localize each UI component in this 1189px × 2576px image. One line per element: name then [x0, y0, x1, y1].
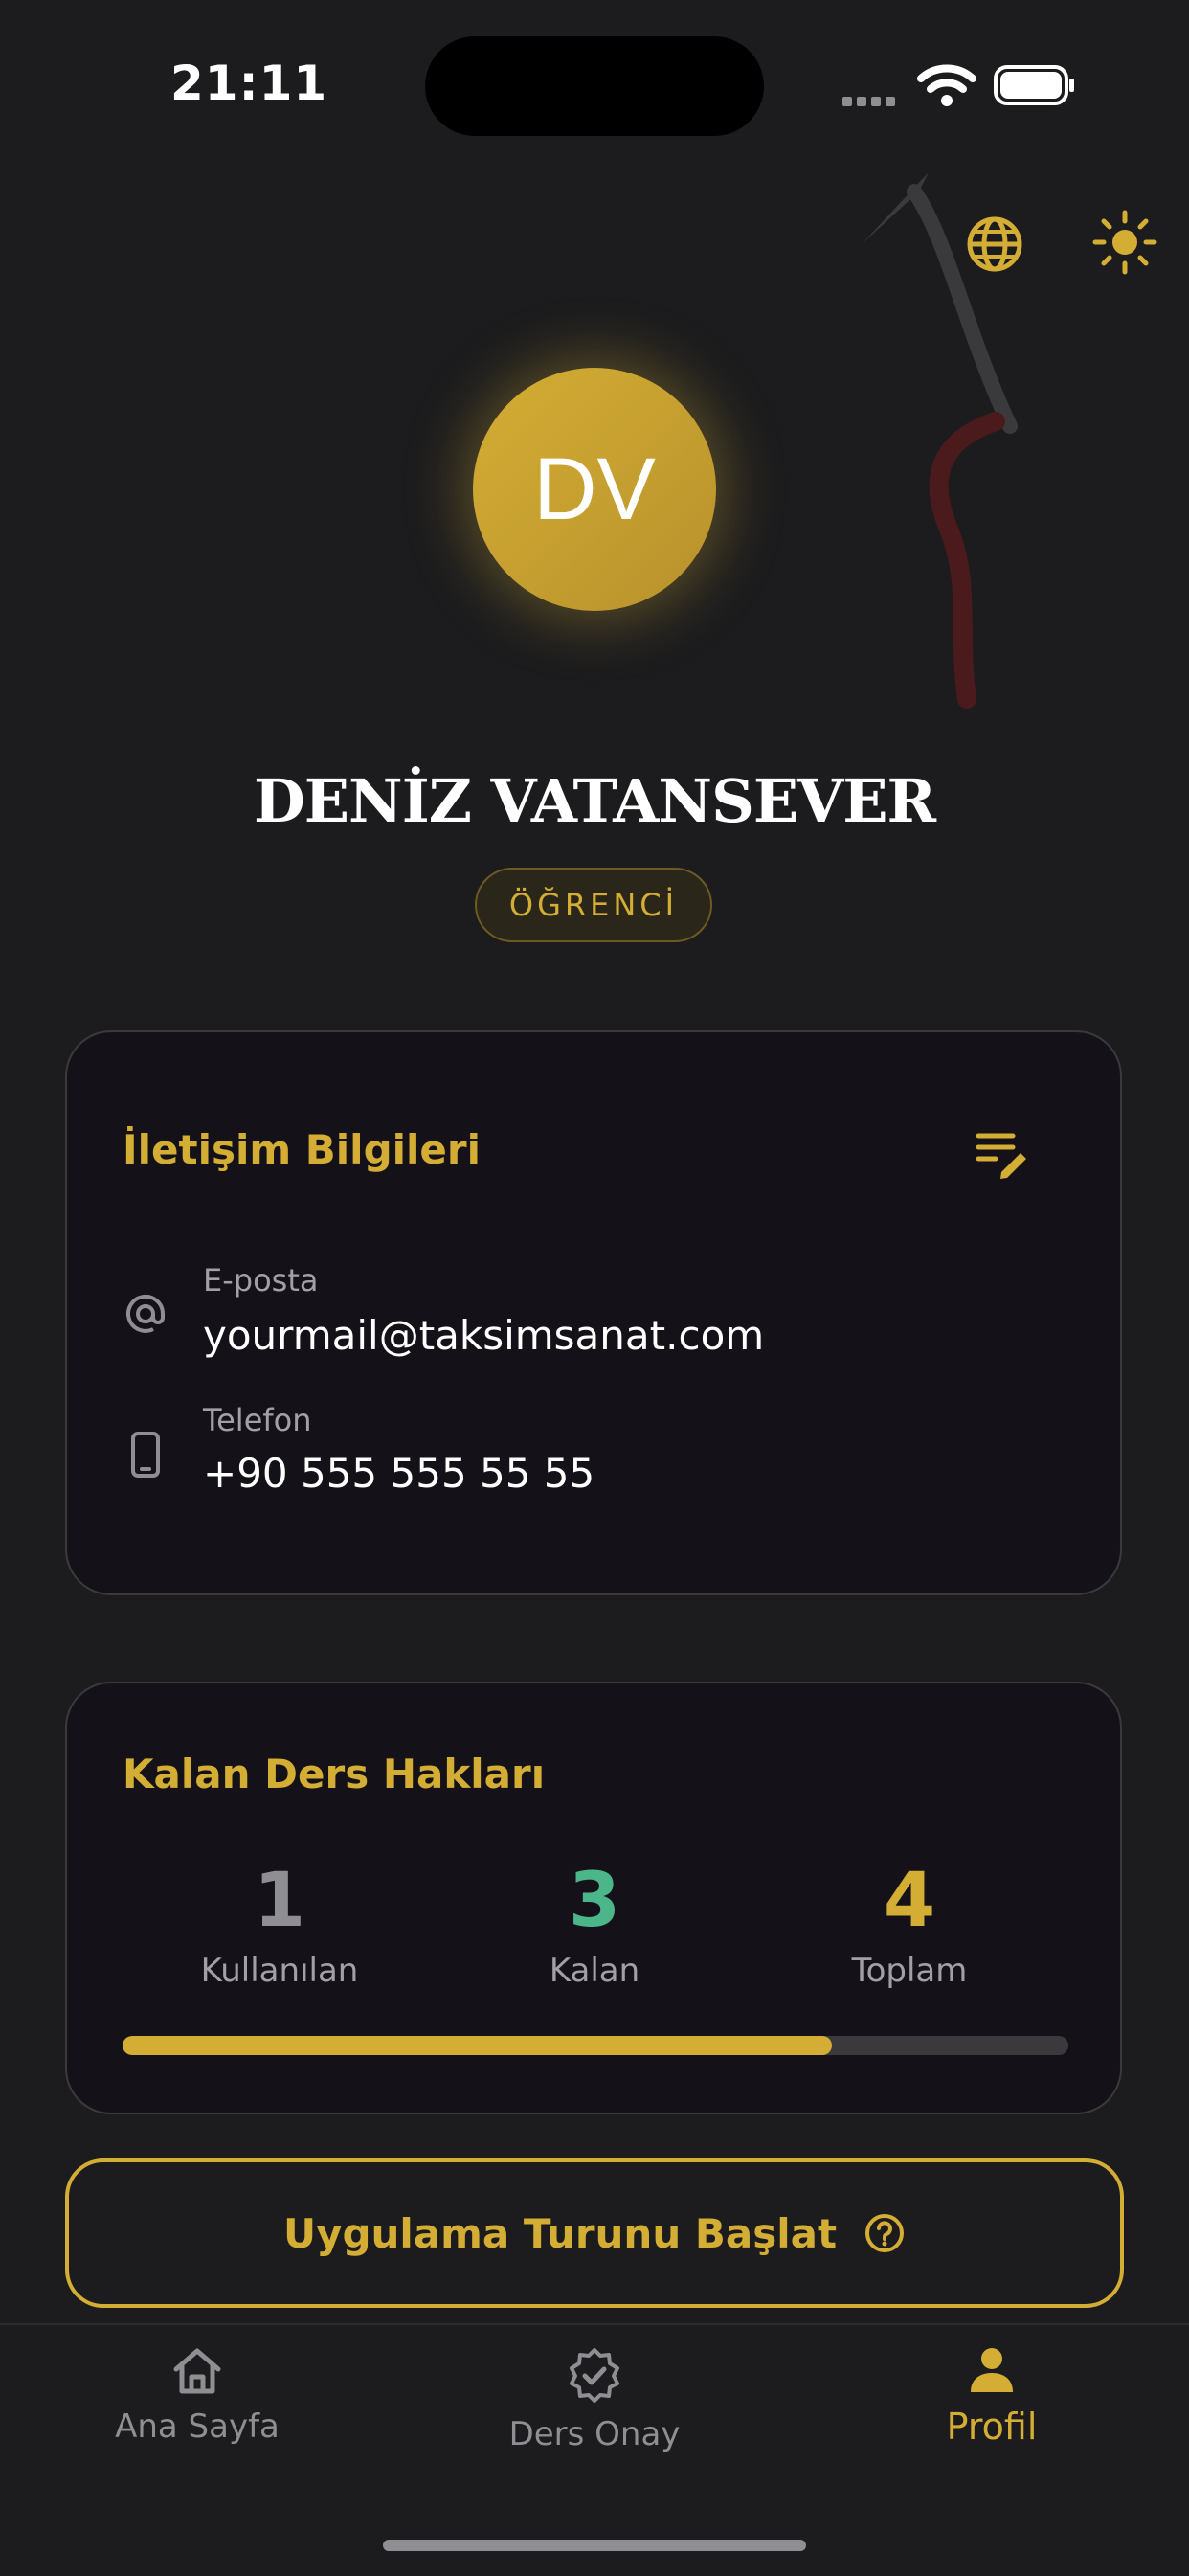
cellular-signal-icon	[842, 92, 904, 106]
email-label: E-posta	[203, 1262, 319, 1299]
used-label: Kullanılan	[200, 1952, 359, 1990]
total-count: 4	[883, 1858, 936, 1944]
phone-label: Telefon	[203, 1402, 312, 1438]
help-icon	[865, 2214, 905, 2252]
home-icon	[173, 2348, 221, 2394]
role-badge: ÖĞRENCİ	[475, 868, 712, 942]
avatar: DV	[473, 368, 716, 611]
tab-profile-label: Profil	[946, 2406, 1038, 2448]
lessons-progress-bar	[123, 2036, 1068, 2055]
person-icon	[971, 2348, 1013, 2392]
phone-icon	[131, 1432, 160, 1478]
tab-lesson-approval-label: Ders Onay	[508, 2415, 681, 2453]
used-count: 1	[253, 1858, 306, 1944]
lessons-card-title: Kalan Ders Hakları	[123, 1751, 546, 1797]
tab-lesson-approval[interactable]: Ders Onay	[451, 2346, 738, 2453]
wifi-icon	[917, 64, 976, 106]
tab-home[interactable]: Ana Sayfa	[54, 2346, 341, 2446]
status-time: 21:11	[170, 56, 328, 111]
globe-icon[interactable]	[961, 211, 1028, 278]
home-indicator	[383, 2540, 806, 2551]
lessons-progress-fill	[123, 2036, 832, 2055]
tab-profile[interactable]: Profil	[848, 2346, 1135, 2448]
phone-value: +90 555 555 55 55	[203, 1450, 595, 1497]
badge-check-icon	[570, 2348, 619, 2403]
tab-home-label: Ana Sayfa	[115, 2407, 280, 2446]
battery-icon	[994, 65, 1074, 105]
profile-name: DENİZ VATANSEVER	[254, 766, 936, 836]
total-label: Toplam	[851, 1952, 968, 1990]
dynamic-island	[425, 36, 764, 136]
at-sign-icon	[126, 1294, 166, 1333]
remaining-label: Kalan	[549, 1952, 640, 1990]
start-tour-button[interactable]: Uygulama Turunu Başlat	[65, 2158, 1124, 2308]
edit-icon[interactable]	[975, 1130, 1030, 1180]
start-tour-label: Uygulama Turunu Başlat	[282, 2209, 838, 2257]
email-value: yourmail@taksimsanat.com	[203, 1312, 765, 1359]
sun-theme-icon[interactable]	[1091, 209, 1158, 276]
contact-card-title: İletişim Bilgileri	[123, 1126, 482, 1173]
remaining-count: 3	[568, 1858, 621, 1944]
